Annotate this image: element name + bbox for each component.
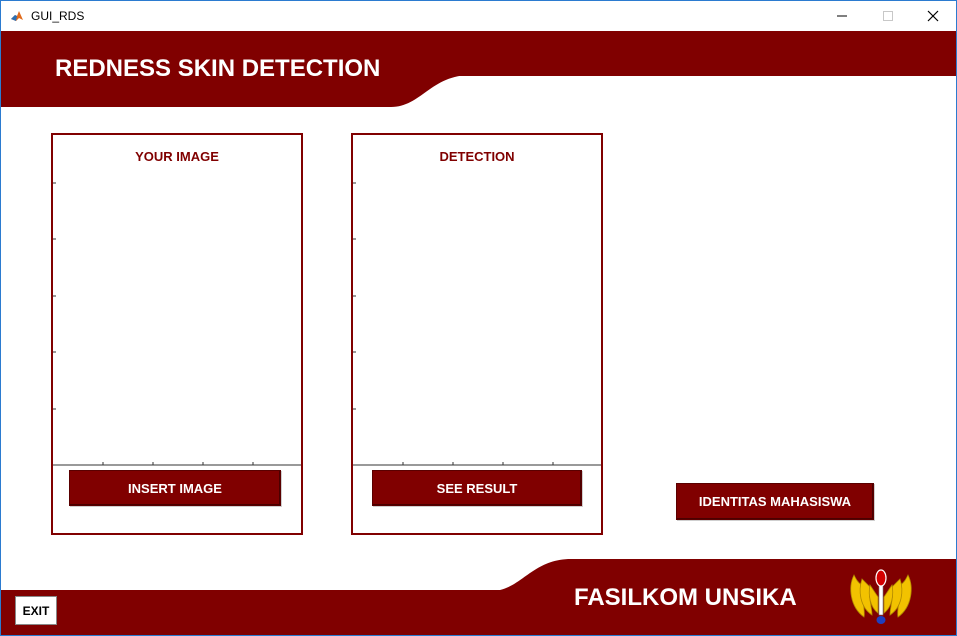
exit-button[interactable]: EXIT — [15, 596, 57, 625]
maximize-button[interactable] — [865, 1, 911, 31]
matlab-app-icon — [10, 9, 24, 23]
maximize-icon — [883, 11, 893, 21]
unsika-logo-icon — [850, 569, 912, 624]
window-title: GUI_RDS — [31, 9, 85, 23]
input-image-panel: YOUR IMAGE INSERT IMAGE — [51, 133, 303, 535]
close-button[interactable] — [910, 1, 956, 31]
identitas-mahasiswa-button[interactable]: IDENTITAS MAHASISWA — [676, 483, 874, 520]
input-image-axes — [53, 182, 301, 466]
footer-banner — [1, 590, 956, 635]
detection-result-axes — [353, 182, 601, 466]
see-result-button[interactable]: SEE RESULT — [372, 470, 582, 506]
page-title: REDNESS SKIN DETECTION — [55, 55, 381, 82]
window-titlebar[interactable]: GUI_RDS — [1, 1, 956, 31]
close-icon — [927, 10, 939, 22]
minimize-icon — [837, 15, 847, 17]
detection-panel: DETECTION SEE RESULT — [351, 133, 603, 535]
app-window: GUI_RDS REDNESS SKIN DETECTION YOUR IMAG… — [0, 0, 957, 636]
minimize-button[interactable] — [819, 1, 865, 31]
footer-title: FASILKOM UNSIKA — [574, 584, 797, 611]
insert-image-button[interactable]: INSERT IMAGE — [69, 470, 281, 506]
